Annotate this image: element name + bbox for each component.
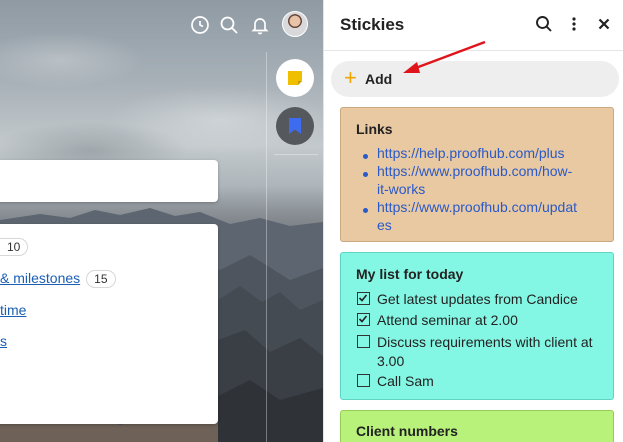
link-item[interactable]: https://www.proofhub.com/how- it-works xyxy=(377,162,597,198)
list-row-label[interactable]: & milestones xyxy=(0,270,80,286)
link-line: es xyxy=(377,217,392,233)
bullet xyxy=(363,208,368,213)
checkmark-icon xyxy=(358,315,368,323)
project-stats-card: 10 & milestones 15 time s xyxy=(0,224,218,424)
search-card[interactable] xyxy=(0,160,218,202)
list-row-label[interactable]: time xyxy=(0,302,26,318)
search-icon[interactable] xyxy=(534,14,554,34)
sticky-note-icon xyxy=(288,71,302,85)
list-row-milestones[interactable]: & milestones 15 xyxy=(0,270,116,288)
checkbox-checked[interactable] xyxy=(357,313,370,326)
rail-divider xyxy=(274,154,318,155)
link-line: https://www.proofhub.com/how- xyxy=(377,163,573,179)
todo-text: Attend seminar at 2.00 xyxy=(377,312,518,328)
bookmarks-rail-button[interactable] xyxy=(276,107,314,145)
note-title: Client numbers xyxy=(356,423,458,439)
search-icon[interactable] xyxy=(218,14,240,36)
count-badge: 15 xyxy=(86,270,116,288)
bookmark-icon xyxy=(289,118,301,134)
plus-icon: + xyxy=(344,65,357,90)
link-item[interactable]: https://www.proofhub.com/updat es xyxy=(377,198,597,234)
timer-clock-icon[interactable] xyxy=(189,14,211,36)
annotation-arrow xyxy=(403,40,486,73)
list-row-count[interactable]: 10 xyxy=(0,238,29,256)
checkbox-unchecked[interactable] xyxy=(357,374,370,387)
checkbox-checked[interactable] xyxy=(357,292,370,305)
link-line: it-works xyxy=(377,181,426,197)
link-line: https://www.proofhub.com/updat xyxy=(377,199,577,215)
user-avatar[interactable] xyxy=(282,11,308,37)
checkbox-unchecked[interactable] xyxy=(357,335,370,348)
link-item[interactable]: https://help.proofhub.com/plus xyxy=(377,144,597,162)
sticky-note-client-numbers[interactable]: Client numbers xyxy=(340,410,614,442)
close-icon[interactable] xyxy=(594,14,614,34)
rail-divider-line xyxy=(266,52,267,442)
sticky-note-todo[interactable]: My list for today Get latest updates fro… xyxy=(340,252,614,400)
panel-title: Stickies xyxy=(340,15,405,34)
note-title: Links xyxy=(356,121,393,137)
link-line: https://help.proofhub.com/plus xyxy=(377,145,565,161)
bell-icon[interactable] xyxy=(249,14,271,36)
stickies-rail-button[interactable] xyxy=(276,59,314,97)
count-badge: 10 xyxy=(0,238,29,256)
add-label: Add xyxy=(365,71,393,87)
bullet xyxy=(363,172,368,177)
bullet xyxy=(363,154,368,159)
note-title: My list for today xyxy=(356,266,464,282)
list-row-s[interactable]: s xyxy=(0,333,7,349)
sticky-note-links[interactable]: Links https://help.proofhub.com/plus htt… xyxy=(340,107,614,242)
list-row-time[interactable]: time xyxy=(0,302,26,318)
list-row-label[interactable]: s xyxy=(0,333,7,349)
more-vertical-icon[interactable] xyxy=(564,14,584,34)
todo-text: Get latest updates from Candice xyxy=(377,291,578,307)
checkmark-icon xyxy=(358,294,368,302)
todo-text: Discuss requirements with client at 3.00 xyxy=(377,334,593,369)
todo-text: Call Sam xyxy=(377,373,434,389)
